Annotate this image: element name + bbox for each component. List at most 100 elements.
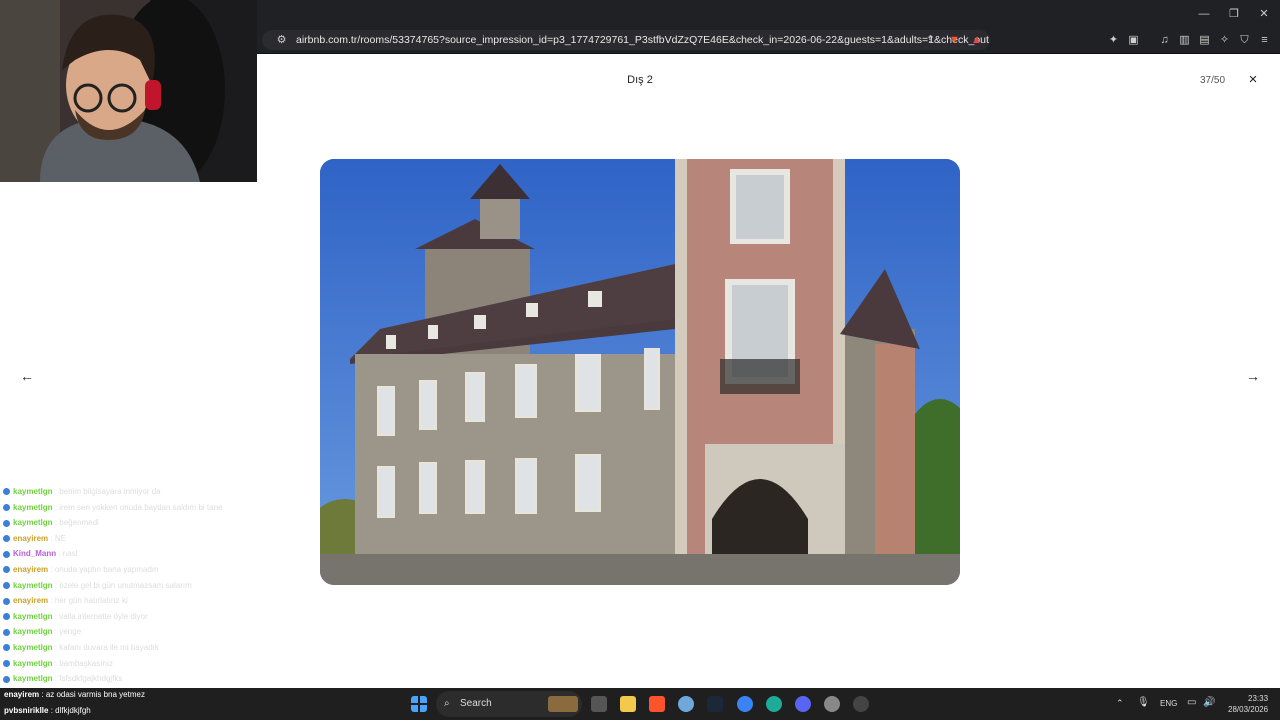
chat-badge-icon <box>3 550 10 558</box>
extensions-icon[interactable]: ✦ <box>1107 34 1120 47</box>
menu-icon[interactable]: ≡ <box>1258 34 1271 47</box>
network-icon[interactable]: ▭ <box>1187 697 1196 708</box>
overlay-message: pvbsniriklle : dlfkjdkjfgh <box>4 706 91 715</box>
chat-username[interactable]: kaymetlgn <box>13 503 53 512</box>
chat-username[interactable]: kaymetlgn <box>13 612 53 621</box>
close-icon[interactable]: × <box>1245 72 1261 88</box>
chat-username[interactable]: enayirem <box>13 596 48 605</box>
previous-photo-button[interactable]: ← <box>17 366 37 386</box>
volume-icon[interactable]: 🔊 <box>1203 697 1215 708</box>
chat-message: kaymetlgn : özele gel bi gün unutmazsam … <box>0 578 257 594</box>
language-indicator[interactable]: ENG <box>1160 699 1177 708</box>
chat-username[interactable]: kaymetlgn <box>13 674 53 683</box>
chat-text: özele gel bi gün unutmazsam salarım <box>59 580 192 590</box>
photo-title: Dış 2 <box>627 74 653 86</box>
chat-text: yenge <box>59 627 82 637</box>
chat-message: kaymetlgn : yenge <box>0 624 257 640</box>
wallet-icon[interactable]: ▤ <box>1198 34 1211 47</box>
chat-message: kaymetlgn : valla internette öyle diyor <box>0 609 257 625</box>
chat-text: beğenmedi <box>59 518 99 528</box>
chat-message: enayirem : onuda yaptın bana yapmadın <box>0 562 257 578</box>
chat-text: bambaşkasınız <box>59 658 114 668</box>
chat-text: irem sen yokken onuda baydan saldım bi t… <box>59 502 223 512</box>
sidebar-icon[interactable]: ▥ <box>1178 34 1191 47</box>
chat-badge-icon <box>3 644 10 652</box>
app-icon-3[interactable] <box>853 696 869 712</box>
steam-icon[interactable] <box>707 696 723 712</box>
site-info-icon[interactable]: ⚙ <box>275 34 288 47</box>
search-icon: ⌕ <box>444 698 450 709</box>
chat-badge-icon <box>3 613 10 621</box>
brave-shields-icon[interactable]: ▼ <box>948 34 961 47</box>
clock-time[interactable]: 23:33 <box>1248 694 1268 703</box>
brave-rewards-icon[interactable]: ▲ <box>970 34 983 47</box>
file-explorer-icon[interactable] <box>620 696 636 712</box>
chat-text: her gün hatırlatırız ki <box>54 596 128 606</box>
chat-badge-icon <box>3 488 10 496</box>
tray-chevron-icon[interactable]: ⌃ <box>1116 698 1124 709</box>
chat-badge-icon <box>3 628 10 636</box>
chat-text: benim bilgisayara inmiyor da <box>59 487 161 496</box>
chat-username[interactable]: kaymetlgn <box>13 518 53 527</box>
app-icon-2[interactable] <box>737 696 753 712</box>
chat-username[interactable]: kaymetlgn <box>13 627 53 636</box>
task-view-icon[interactable] <box>591 696 607 712</box>
tab-search-icon[interactable]: ▣ <box>1127 34 1140 47</box>
taskbar-search[interactable]: ⌕ Search <box>436 691 582 717</box>
edge-icon[interactable] <box>766 696 782 712</box>
chat-overlay-bottom: enayirem : az odasi varmis bna yetmez pv… <box>0 690 257 720</box>
chat-badge-icon <box>3 659 10 667</box>
chat-username[interactable]: kaymetlgn <box>13 643 53 652</box>
next-photo-button[interactable]: → <box>1243 366 1263 386</box>
chat-message: kaymetlgn : irem sen yokken onuda baydan… <box>0 500 257 516</box>
chat-message: kaymetlgn : kafanı duvara ile mi bayadık <box>0 640 257 656</box>
chat-username[interactable]: enayirem <box>13 534 48 543</box>
search-highlight-icon <box>548 696 578 712</box>
chat-text: valla internette öyle diyor <box>59 611 148 621</box>
leo-ai-icon[interactable]: ✧ <box>1218 34 1231 47</box>
chat-message: Kind_Mann : nasl <box>0 546 257 562</box>
window-close-icon[interactable]: ✕ <box>1256 6 1272 22</box>
chat-text: fsfsdkfgajkhdgjfks <box>59 674 123 684</box>
microphone-icon[interactable]: 🎙 <box>1137 697 1150 708</box>
stream-chat: kaymetlgn : benim bilgisayara inmiyor da… <box>0 474 257 688</box>
streamer-webcam-image <box>0 0 257 182</box>
chat-username[interactable]: enayirem <box>13 565 48 574</box>
address-bar[interactable]: airbnb.com.tr/rooms/53374765?source_impr… <box>262 30 990 50</box>
overlay-message: enayirem : az odasi varmis bna yetmez <box>4 690 145 699</box>
chat-badge-icon <box>3 535 10 543</box>
windows-start-icon[interactable] <box>411 696 427 712</box>
chat-username[interactable]: kaymetlgn <box>13 659 53 668</box>
chat-text: NE <box>54 533 66 543</box>
brave-browser-icon[interactable] <box>649 696 665 712</box>
minimize-icon[interactable]: — <box>1196 6 1212 22</box>
chat-username[interactable]: kaymetlgn <box>13 581 53 590</box>
chat-badge-icon <box>3 675 10 683</box>
chat-badge-icon <box>3 519 10 527</box>
url-text: airbnb.com.tr/rooms/53374765?source_impr… <box>296 34 990 46</box>
chat-message: kaymetlgn : beğenmedi <box>0 515 257 531</box>
media-icon[interactable]: ♫ <box>1158 34 1171 47</box>
chat-badge-icon <box>3 566 10 574</box>
webcam-overlay <box>0 0 257 182</box>
app-icon[interactable] <box>678 696 694 712</box>
chat-badge-icon <box>3 581 10 589</box>
settings-icon[interactable] <box>824 696 840 712</box>
share-icon[interactable]: ⇪ <box>924 34 937 47</box>
chat-text: onuda yaptın bana yapmadın <box>54 564 159 574</box>
castle-illustration <box>320 159 960 585</box>
chat-text: kafanı duvara ile mi bayadık <box>59 642 159 652</box>
chat-username[interactable]: Kind_Mann <box>13 549 56 558</box>
taskbar-search-label: Search <box>460 698 492 709</box>
clock-date[interactable]: 28/03/2026 <box>1228 705 1268 714</box>
chat-message: kaymetlgn : fsfsdkfgajkhdgjfks <box>0 671 257 687</box>
vpn-icon[interactable]: ⛉ <box>1238 34 1251 47</box>
discord-icon[interactable] <box>795 696 811 712</box>
castle-photo <box>320 159 960 585</box>
photo-counter: 37/50 <box>1200 75 1226 86</box>
maximize-icon[interactable]: ❐ <box>1226 6 1242 22</box>
chat-message: kaymetlgn : benim bilgisayara inmiyor da <box>0 484 257 500</box>
chat-message: kaymetlgn : bambaşkasınız <box>0 656 257 672</box>
chat-message: enayirem : her gün hatırlatırız ki <box>0 593 257 609</box>
chat-username[interactable]: kaymetlgn <box>13 487 53 496</box>
